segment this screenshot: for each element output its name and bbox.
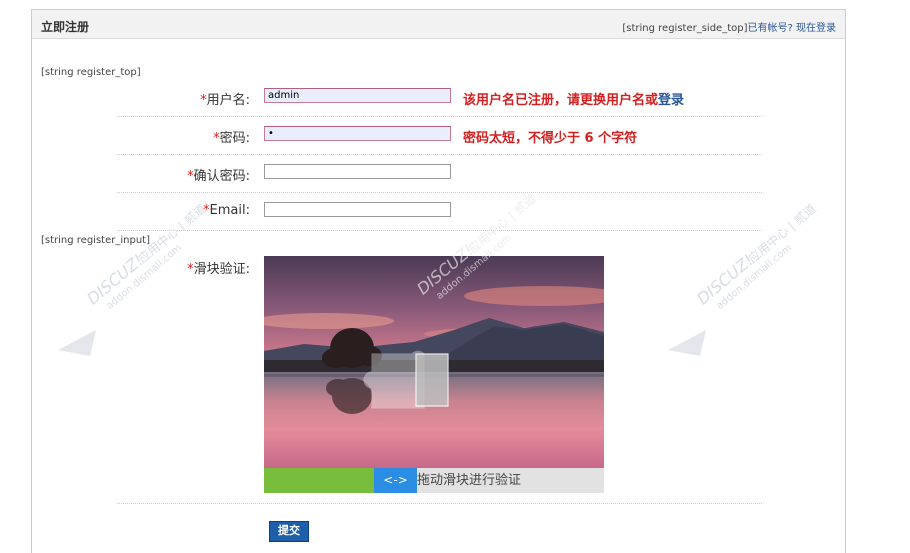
captcha-label: *滑块验证:	[187, 262, 250, 277]
page-title: 立即注册	[41, 20, 90, 34]
captcha-image	[264, 256, 604, 468]
header-right: [string register_side_top]已有帐号? 现在登录	[622, 19, 836, 34]
confirm-password-input[interactable]	[264, 164, 451, 179]
confirm-password-row: *确认密码:	[117, 155, 762, 193]
slider-track[interactable]: 拖动滑块进行验证 <->	[264, 468, 604, 493]
username-label: *用户名:	[200, 93, 250, 108]
panel-header: 立即注册 [string register_side_top]已有帐号? 现在登…	[32, 10, 845, 39]
email-input[interactable]	[264, 202, 451, 217]
login-link[interactable]: 登录	[658, 93, 684, 108]
username-row: *用户名: 该用户名已注册，请更换用户名或登录	[117, 84, 762, 117]
has-account-link[interactable]: 已有帐号?	[748, 23, 793, 34]
sunset-lake-image	[264, 256, 604, 468]
slider-progress	[264, 468, 375, 493]
password-label: *密码:	[213, 131, 250, 146]
password-input[interactable]	[264, 126, 451, 141]
register-top-text: [string register_top]	[41, 67, 141, 78]
slider-handle[interactable]: <->	[374, 468, 417, 493]
email-row: *Email:	[117, 193, 762, 231]
slider-hint: 拖动滑块进行验证	[417, 473, 522, 488]
register-side-top-text: [string register_side_top]	[622, 23, 748, 34]
username-input[interactable]	[264, 88, 451, 103]
email-label: *Email:	[203, 203, 250, 218]
username-error: 该用户名已注册，请更换用户名或登录	[463, 93, 685, 108]
confirm-password-label: *确认密码:	[187, 169, 250, 184]
password-row: *密码: 密码太短，不得少于 6 个字符	[117, 117, 762, 155]
password-error: 密码太短，不得少于 6 个字符	[463, 131, 638, 146]
submit-button[interactable]: 提交	[269, 521, 309, 542]
login-now-link[interactable]: 现在登录	[796, 23, 836, 34]
